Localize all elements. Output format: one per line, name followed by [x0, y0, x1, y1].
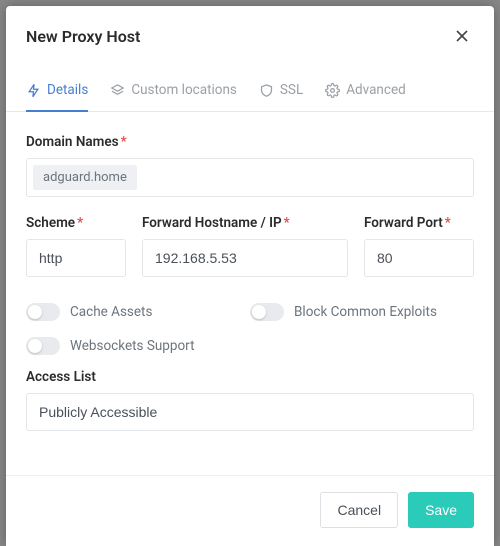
cancel-button[interactable]: Cancel — [320, 492, 398, 528]
modal-body: Domain Names* adguard.home Scheme* Forwa… — [6, 112, 494, 439]
required-marker: * — [284, 215, 290, 231]
scheme-select[interactable] — [26, 239, 126, 277]
tab-details-label: Details — [47, 82, 88, 98]
forward-port-field: Forward Port* — [364, 215, 474, 277]
block-exploits-switch[interactable] — [250, 303, 284, 321]
close-button[interactable] — [450, 24, 474, 48]
tab-advanced-label: Advanced — [346, 82, 406, 98]
tab-details[interactable]: Details — [26, 72, 88, 112]
forward-port-label: Forward Port* — [364, 215, 474, 231]
shield-icon — [259, 83, 274, 98]
websockets-switch[interactable] — [26, 337, 60, 355]
domain-names-label: Domain Names* — [26, 134, 474, 150]
layers-icon — [110, 83, 125, 98]
forward-row: Scheme* Forward Hostname / IP* Forward P… — [26, 215, 474, 277]
new-proxy-host-modal: New Proxy Host Details Custom locations … — [6, 6, 494, 546]
forward-host-input[interactable] — [142, 239, 348, 277]
block-exploits-toggle-item: Block Common Exploits — [250, 295, 474, 329]
access-list-select[interactable] — [26, 393, 474, 431]
tab-custom-locations-label: Custom locations — [131, 82, 237, 98]
forward-host-label: Forward Hostname / IP* — [142, 215, 348, 231]
access-list-label: Access List — [26, 369, 474, 385]
cache-assets-switch[interactable] — [26, 303, 60, 321]
scheme-field: Scheme* — [26, 215, 126, 277]
cache-assets-toggle-item: Cache Assets — [26, 295, 250, 329]
modal-header: New Proxy Host — [6, 6, 494, 62]
save-button[interactable]: Save — [408, 492, 474, 528]
domain-names-input[interactable]: adguard.home — [26, 158, 474, 197]
forward-port-input[interactable] — [364, 239, 474, 277]
gear-icon — [325, 83, 340, 98]
tab-ssl-label: SSL — [280, 82, 303, 98]
forward-host-field: Forward Hostname / IP* — [142, 215, 348, 277]
required-marker: * — [121, 134, 127, 150]
lightning-icon — [26, 83, 41, 98]
tab-ssl[interactable]: SSL — [259, 72, 303, 112]
toggle-row: Cache Assets Block Common Exploits Webso… — [26, 295, 474, 363]
cache-assets-label: Cache Assets — [70, 304, 152, 320]
websockets-label: Websockets Support — [70, 338, 195, 354]
scheme-label: Scheme* — [26, 215, 126, 231]
domain-tag-chip[interactable]: adguard.home — [33, 165, 137, 190]
block-exploits-label: Block Common Exploits — [294, 304, 437, 320]
tab-custom-locations[interactable]: Custom locations — [110, 72, 237, 112]
tab-bar: Details Custom locations SSL Advanced — [6, 72, 494, 112]
websockets-toggle-item: Websockets Support — [26, 329, 474, 363]
required-marker: * — [77, 215, 83, 231]
modal-title: New Proxy Host — [26, 27, 140, 46]
close-icon — [454, 28, 470, 44]
tab-advanced[interactable]: Advanced — [325, 72, 406, 112]
required-marker: * — [445, 215, 451, 231]
access-list-field: Access List — [26, 369, 474, 431]
modal-footer: Cancel Save — [6, 475, 494, 546]
